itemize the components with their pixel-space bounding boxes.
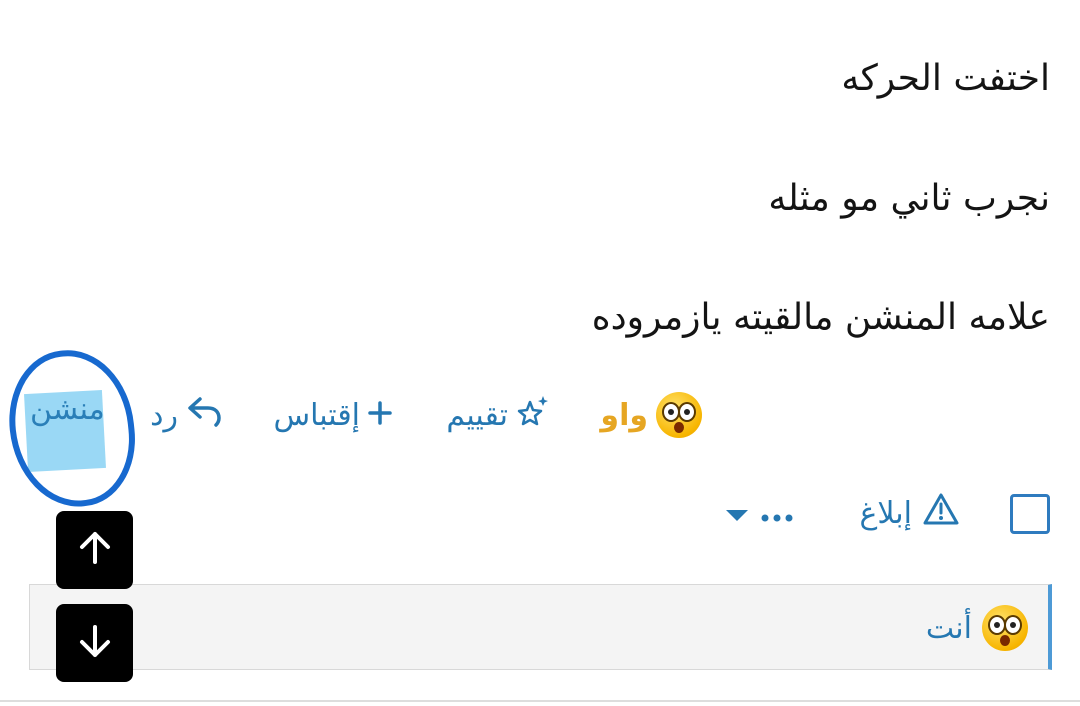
message-line-3: علامه المنشن مالقيته يازمروده xyxy=(591,297,1050,338)
report-button[interactable]: إبلاغ xyxy=(860,488,961,538)
rate-label: تقييم xyxy=(446,397,508,433)
warning-icon xyxy=(922,492,960,534)
select-checkbox[interactable] xyxy=(1010,494,1050,534)
astonished-face-emoji-icon xyxy=(982,605,1028,651)
scroll-up-button[interactable] xyxy=(56,511,133,589)
quote-button[interactable]: إقتباس xyxy=(273,390,392,440)
quote-label: إقتباس xyxy=(273,397,360,433)
astonished-face-emoji-icon xyxy=(656,392,702,438)
ellipsis-icon xyxy=(760,496,794,531)
reactions-label: أنت xyxy=(925,610,972,646)
plus-icon xyxy=(368,398,392,433)
report-label: إبلاغ xyxy=(859,495,913,531)
reply-label: رد xyxy=(150,397,178,433)
arrow-up-icon xyxy=(75,528,115,572)
reactions-summary[interactable]: أنت xyxy=(29,584,1052,670)
wow-label: واو xyxy=(600,397,648,433)
reply-button[interactable]: رد xyxy=(150,390,222,440)
scroll-down-button[interactable] xyxy=(56,604,133,682)
caret-down-icon xyxy=(726,509,748,521)
arrow-down-icon xyxy=(75,621,115,665)
more-options-button[interactable] xyxy=(726,488,794,538)
wow-reaction-button[interactable]: واو xyxy=(600,390,702,440)
message-line-2: نجرب ثاني مو مثله xyxy=(768,178,1050,219)
sparkle-star-icon xyxy=(516,394,550,436)
reply-arrow-icon xyxy=(186,395,222,435)
hand-drawn-circle xyxy=(2,343,142,514)
message-line-1: اختفت الحركه xyxy=(841,58,1050,99)
divider xyxy=(0,700,1080,702)
rate-button[interactable]: تقييم xyxy=(446,390,550,440)
